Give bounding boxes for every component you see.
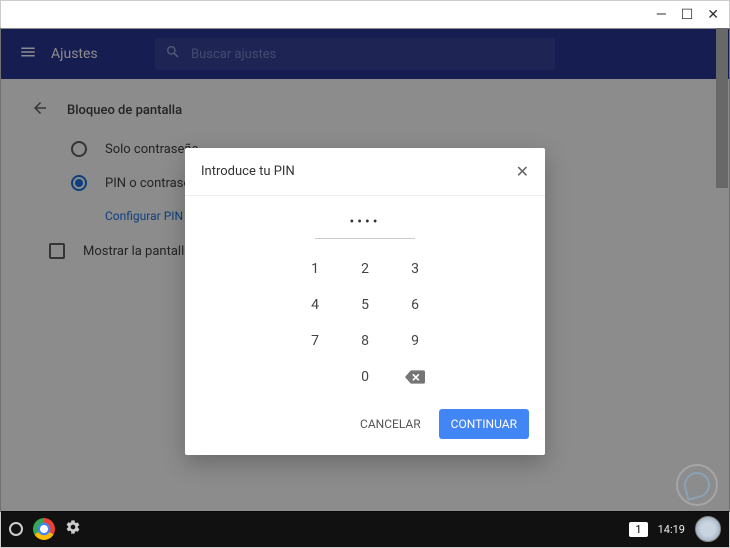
keypad-6[interactable]: 6: [390, 287, 440, 323]
keypad-1[interactable]: 1: [290, 251, 340, 287]
keypad-0[interactable]: 0: [340, 359, 390, 395]
chrome-icon[interactable]: [33, 518, 55, 540]
window-titlebar: — ☐ ✕: [1, 1, 729, 29]
pin-display: ••••: [185, 196, 545, 238]
dialog-title: Introduce tu PIN: [201, 164, 295, 179]
numeric-keypad: 1 2 3 4 5 6 7 8 9 0: [185, 251, 545, 395]
keypad-7[interactable]: 7: [290, 323, 340, 359]
keypad-4[interactable]: 4: [290, 287, 340, 323]
pin-underline: [315, 238, 415, 239]
keypad-9[interactable]: 9: [390, 323, 440, 359]
watermark-icon: [676, 464, 718, 506]
keypad-2[interactable]: 2: [340, 251, 390, 287]
settings-gear-icon[interactable]: [65, 519, 81, 539]
backspace-icon[interactable]: [390, 359, 440, 395]
keypad-8[interactable]: 8: [340, 323, 390, 359]
system-shelf: 1 14:19: [1, 511, 729, 547]
close-icon[interactable]: ✕: [516, 162, 529, 181]
notification-badge[interactable]: 1: [629, 522, 647, 537]
minimize-button[interactable]: —: [656, 7, 667, 23]
maximize-button[interactable]: ☐: [681, 7, 694, 23]
launcher-icon[interactable]: [9, 522, 23, 536]
keypad-5[interactable]: 5: [340, 287, 390, 323]
modal-overlay: Introduce tu PIN ✕ •••• 1 2 3 4 5 6 7 8 …: [0, 28, 730, 512]
close-window-button[interactable]: ✕: [707, 7, 719, 23]
clock[interactable]: 14:19: [658, 523, 685, 536]
continue-button[interactable]: CONTINUAR: [439, 409, 529, 439]
keypad-empty: [290, 359, 340, 395]
pin-dialog: Introduce tu PIN ✕ •••• 1 2 3 4 5 6 7 8 …: [185, 148, 545, 455]
user-avatar[interactable]: [695, 516, 721, 542]
keypad-3[interactable]: 3: [390, 251, 440, 287]
cancel-button[interactable]: CANCELAR: [352, 409, 429, 439]
